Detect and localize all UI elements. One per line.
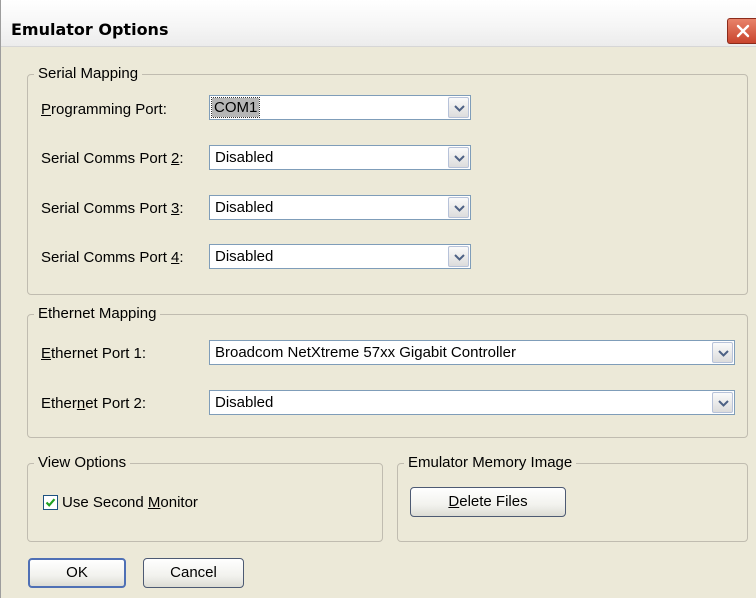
use-second-monitor-label[interactable]: Use Second Monitor: [62, 494, 198, 512]
ethernet-mapping-legend: Ethernet Mapping: [34, 305, 161, 323]
chevron-down-icon[interactable]: [448, 97, 469, 118]
emulator-options-dialog: Emulator Options Serial Mapping Programm…: [0, 0, 756, 598]
serial-mapping-legend: Serial Mapping: [34, 65, 143, 83]
ethernet-port-1-select[interactable]: Broadcom NetXtreme 57xx Gigabit Controll…: [209, 340, 735, 365]
programming-port-select[interactable]: COM1: [209, 95, 471, 120]
window-title: Emulator Options: [11, 20, 169, 39]
serial-comms-port-3-value: Disabled: [215, 199, 274, 216]
serial-comms-port-2-label: Serial Comms Port 2:: [41, 150, 184, 167]
serial-comms-port-3-label: Serial Comms Port 3:: [41, 200, 184, 217]
ok-button[interactable]: OK: [28, 558, 126, 588]
serial-comms-port-2-select[interactable]: Disabled: [209, 145, 471, 170]
delete-files-button[interactable]: Delete Files: [410, 487, 566, 517]
use-second-monitor-checkbox[interactable]: [43, 495, 58, 510]
title-bar[interactable]: Emulator Options: [1, 0, 756, 47]
cancel-button[interactable]: Cancel: [143, 558, 244, 588]
ethernet-port-1-value: Broadcom NetXtreme 57xx Gigabit Controll…: [215, 344, 516, 361]
chevron-down-icon[interactable]: [712, 342, 733, 363]
ethernet-port-2-label: Ethernet Port 2:: [41, 395, 147, 412]
ethernet-port-2-select[interactable]: Disabled: [209, 390, 735, 415]
chevron-down-icon[interactable]: [448, 246, 469, 267]
emulator-memory-image-legend: Emulator Memory Image: [404, 454, 577, 472]
ethernet-port-1-label: Ethernet Port 1:: [41, 345, 147, 362]
programming-port-label: Programming Port:: [41, 101, 167, 118]
chevron-down-icon[interactable]: [448, 197, 469, 218]
ethernet-port-2-value: Disabled: [215, 394, 274, 411]
serial-comms-port-3-select[interactable]: Disabled: [209, 195, 471, 220]
serial-comms-port-2-value: Disabled: [215, 149, 274, 166]
serial-comms-port-4-value: Disabled: [215, 248, 274, 265]
programming-port-value: COM1: [210, 97, 261, 118]
chevron-down-icon[interactable]: [712, 392, 733, 413]
close-button[interactable]: [727, 18, 756, 44]
serial-comms-port-4-select[interactable]: Disabled: [209, 244, 471, 269]
ethernet-mapping-group: Ethernet Mapping: [27, 305, 748, 438]
view-options-legend: View Options: [34, 454, 131, 472]
serial-comms-port-4-label: Serial Comms Port 4:: [41, 249, 184, 266]
chevron-down-icon[interactable]: [448, 147, 469, 168]
